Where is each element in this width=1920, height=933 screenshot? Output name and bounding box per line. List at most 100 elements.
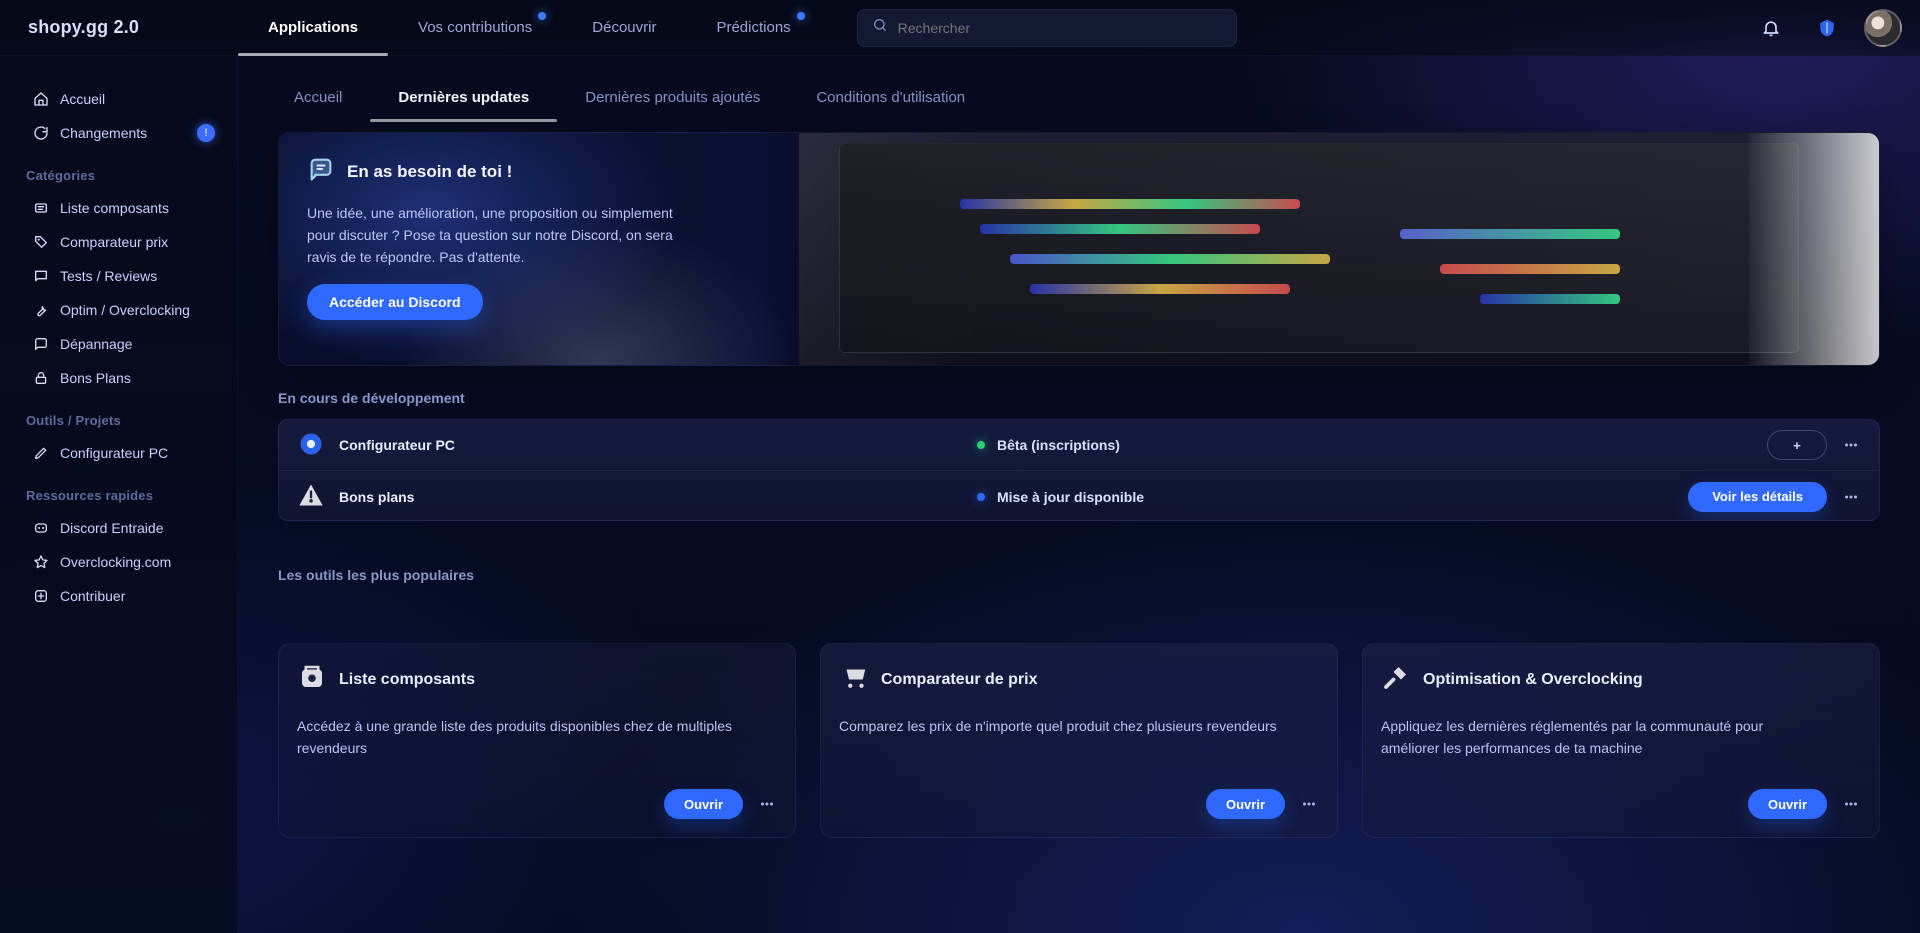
- bubble-icon: [32, 335, 50, 353]
- code-line: [1400, 229, 1620, 239]
- sidebar-item-overclocking-com[interactable]: Overclocking.com: [26, 545, 221, 579]
- hero-description: Une idée, une amélioration, une proposit…: [307, 205, 673, 265]
- hero-banner: En as besoin de toi ! Une idée, une amél…: [278, 132, 1880, 366]
- open-button[interactable]: Ouvrir: [663, 789, 743, 819]
- hero-image: [799, 133, 1879, 365]
- sidebar-item-tests-reviews[interactable]: Tests / Reviews: [26, 259, 221, 293]
- avatar[interactable]: [1864, 8, 1902, 47]
- top-tab-applications[interactable]: Applications: [238, 0, 389, 56]
- more-options-icon[interactable]: [1841, 487, 1861, 507]
- sidebar-item-depannage[interactable]: Dépannage: [26, 327, 221, 361]
- top-tab-predictions[interactable]: Prédictions: [686, 0, 820, 56]
- more-options-icon[interactable]: [1841, 435, 1861, 455]
- subtab-accueil[interactable]: Accueil: [266, 89, 370, 122]
- more-options-icon[interactable]: [757, 794, 777, 814]
- code-line: [1010, 254, 1330, 264]
- subtab-label: Accueil: [294, 89, 343, 106]
- dev-status-text: Bêta (inscriptions): [997, 437, 1120, 453]
- more-options-icon[interactable]: [1841, 794, 1861, 814]
- tool-card-description: Accédez à une grande liste des produits …: [297, 718, 733, 756]
- sidebar-item-bons-plans[interactable]: Bons Plans: [26, 361, 221, 395]
- dev-row-bons-plans: Bons plans Mise à jour disponible Voir l…: [279, 471, 1879, 520]
- tool-card-footer: Ouvrir: [1747, 789, 1861, 819]
- star-icon: [32, 553, 50, 571]
- tools-icon: [1381, 662, 1411, 697]
- sidebar-item-label: Overclocking.com: [60, 554, 172, 570]
- sidebar-item-changements[interactable]: Changements !: [26, 116, 221, 150]
- chat-icon: [32, 267, 50, 285]
- sidebar-item-optim-overclocking[interactable]: Optim / Overclocking: [26, 293, 221, 327]
- code-line: [1030, 284, 1290, 294]
- dev-status: Bêta (inscriptions): [977, 437, 1120, 453]
- code-screen: [839, 143, 1799, 353]
- open-button[interactable]: Ouvrir: [1747, 789, 1827, 819]
- lock-icon: [32, 369, 50, 387]
- sidebar-item-label: Configurateur PC: [60, 445, 169, 461]
- subtab-label: Dernières updates: [398, 89, 530, 106]
- tool-card-header: Comparateur de prix: [839, 662, 1319, 697]
- shield-icon[interactable]: [1808, 9, 1846, 47]
- follow-button[interactable]: +: [1767, 430, 1827, 460]
- warning-icon: [297, 481, 325, 512]
- wrench-icon: [32, 301, 50, 319]
- sidebar-item-discord-entraide[interactable]: Discord Entraide: [26, 511, 221, 545]
- open-button[interactable]: Ouvrir: [1205, 789, 1285, 819]
- tool-card-footer: Ouvrir: [663, 789, 777, 819]
- sidebar-item-label: Optim / Overclocking: [60, 302, 190, 318]
- details-button[interactable]: Voir les détails: [1688, 481, 1827, 512]
- sidebar-item-configurateur-pc[interactable]: Configurateur PC: [26, 436, 221, 470]
- sidebar-item-label: Accueil: [60, 91, 106, 107]
- sidebar-item-label: Dépannage: [60, 336, 133, 352]
- hero-left: En as besoin de toi ! Une idée, une amél…: [279, 133, 799, 365]
- top-tab-vos-contributions[interactable]: Vos contributions: [388, 0, 562, 56]
- sidebar-item-accueil[interactable]: Accueil: [26, 82, 221, 116]
- home-icon: [32, 90, 50, 108]
- sidebar-item-label: Changements: [60, 125, 148, 141]
- sidebar-item-label: Discord Entraide: [60, 520, 164, 536]
- tool-card: Liste composants Accédez à une grande li…: [278, 643, 796, 838]
- search-bar[interactable]: [856, 8, 1237, 47]
- subtab-dernieres-updates[interactable]: Dernières updates: [370, 89, 558, 122]
- sidebar-item-contribuer[interactable]: Contribuer: [26, 579, 221, 613]
- more-options-icon[interactable]: [1299, 794, 1319, 814]
- status-dot-blue: [977, 492, 985, 501]
- pen-icon: [32, 444, 50, 462]
- tool-card-header: Optimisation & Overclocking: [1381, 662, 1861, 697]
- chat-bubble-icon: [307, 155, 335, 188]
- changes-icon: [32, 124, 50, 142]
- top-tab-decouvrir[interactable]: Découvrir: [562, 0, 686, 56]
- sidebar-item-label: Contribuer: [60, 588, 126, 604]
- notification-dot: [538, 11, 547, 20]
- code-line: [960, 199, 1300, 209]
- tool-card-title: Comparateur de prix: [881, 670, 1038, 688]
- tag-icon: [32, 233, 50, 251]
- sidebar-item-comparateur-prix[interactable]: Comparateur prix: [26, 225, 221, 259]
- status-dot-green: [977, 441, 985, 449]
- tool-card: Optimisation & Overclocking Appliquez le…: [1362, 643, 1880, 838]
- subtab-derniers-produits[interactable]: Dernières produits ajoutés: [557, 89, 788, 122]
- search-icon: [872, 17, 888, 38]
- sidebar-section-title: Outils / Projets: [26, 413, 121, 428]
- dev-section-title: En cours de développement: [278, 390, 465, 406]
- tool-card-title: Optimisation & Overclocking: [1423, 670, 1643, 688]
- top-tab-label: Découvrir: [592, 19, 657, 36]
- monitor-glow: [1749, 133, 1879, 365]
- dev-actions: +: [1767, 430, 1861, 460]
- tool-card-header: Liste composants: [297, 662, 777, 697]
- main-content: Accueil Dernières updates Dernières prod…: [238, 56, 1920, 933]
- hero-cta-button[interactable]: Accéder au Discord: [307, 284, 483, 320]
- bell-icon[interactable]: [1752, 9, 1790, 47]
- top-bar: shopy.gg 2.0 Applications Vos contributi…: [0, 0, 1920, 56]
- sidebar-item-liste-composants[interactable]: Liste composants: [26, 191, 221, 225]
- gear-icon: [297, 430, 325, 461]
- dev-name: Configurateur PC: [297, 430, 977, 461]
- popular-section-title: Les outils les plus populaires: [278, 567, 475, 583]
- box-icon: [297, 662, 327, 697]
- sidebar-item-label: Bons Plans: [60, 370, 131, 386]
- search-input[interactable]: [897, 19, 1222, 36]
- tool-card-description: Appliquez les dernières réglementés par …: [1381, 718, 1764, 756]
- subtab-conditions[interactable]: Conditions d'utilisation: [788, 89, 993, 122]
- dev-actions: Voir les détails: [1688, 481, 1861, 512]
- top-right-actions: [1752, 8, 1902, 47]
- sidebar-item-label: Liste composants: [60, 200, 169, 216]
